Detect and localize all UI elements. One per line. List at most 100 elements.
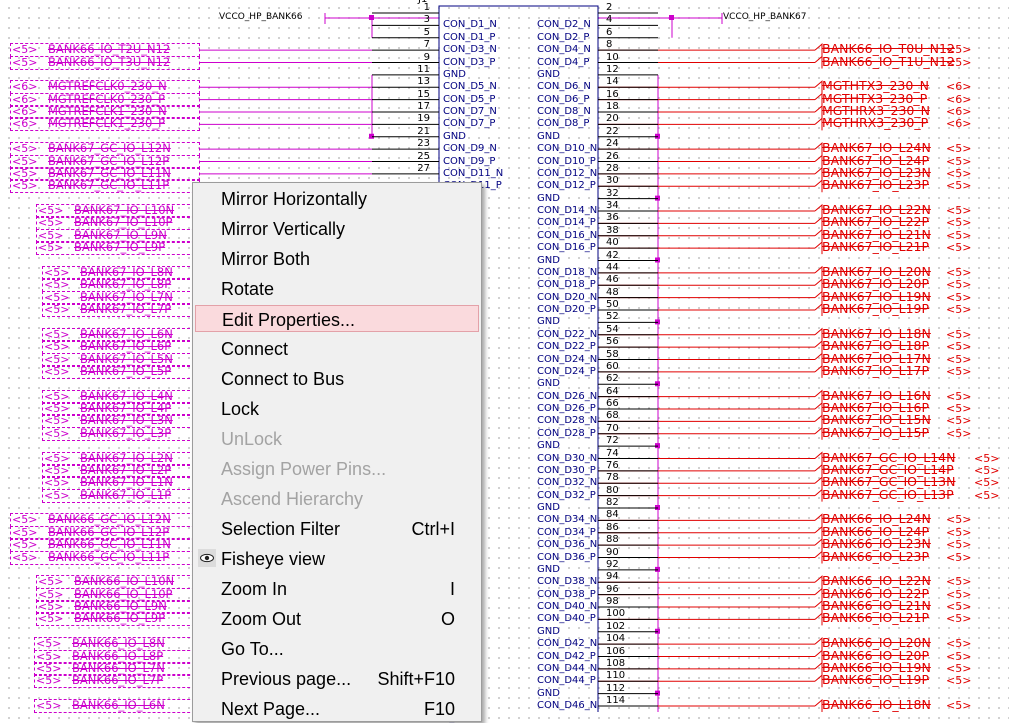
pin-name: GND (537, 68, 560, 80)
context-menu[interactable]: Mirror Horizontally Mirror Vertically Mirr… (192, 182, 482, 722)
menu-item-label: Connect (221, 339, 289, 359)
menu-item-selection-filter[interactable]: Selection Filter Ctrl+I (195, 515, 479, 542)
offpage-arrow-right (814, 228, 823, 242)
pin-name: GND (537, 378, 560, 390)
offpage-arrow-right (814, 674, 823, 688)
pin-number: 104 (606, 633, 626, 645)
pin-number: 82 (606, 497, 619, 508)
menu-item-connect[interactable]: Connect (195, 335, 479, 362)
menu-item-zoom-in[interactable]: Zoom In I (195, 575, 479, 602)
offpage-ref-left: <6> (12, 117, 38, 131)
pin-name: CON_D18_N (537, 266, 598, 278)
pin-number: 13 (417, 76, 430, 88)
offpage-ref-left: <5> (38, 575, 64, 589)
offpage-ref-right: <5> (946, 290, 972, 304)
menu-item-mirror-both[interactable]: Mirror Both (195, 245, 479, 272)
pin-number: 42 (606, 249, 619, 261)
menu-item-unlock[interactable]: UnLock (195, 425, 479, 452)
pin-number: 18 (606, 101, 619, 112)
pin-number: 28 (606, 162, 619, 174)
pin-number: 92 (606, 558, 619, 570)
offpage-arrow-right (814, 265, 823, 279)
menu-item-shortcut: O (440, 609, 455, 629)
offpage-ref-left: <5> (38, 587, 64, 601)
pin-name: CON_D40_P (537, 613, 596, 625)
pin-name: CON_D7_P (443, 118, 496, 130)
menu-item-fisheye-view[interactable]: Fisheye view (195, 545, 479, 572)
pin-name: CON_D40_N (537, 601, 598, 612)
offpage-ref-left: <5> (38, 241, 64, 255)
offpage-ref-right: <6> (946, 117, 972, 131)
pin-number: 25 (417, 150, 430, 162)
offpage-ref-right: <5> (946, 389, 972, 403)
pin-name: CON_D20_N (537, 291, 598, 303)
pin-number: 90 (606, 546, 619, 558)
offpage-ref-left: <5> (44, 364, 70, 378)
pin-name: GND (537, 316, 560, 328)
pin-number: 24 (606, 138, 619, 150)
menu-item-next-page[interactable]: Next Page... F10 (195, 695, 479, 722)
menu-item-go-to[interactable]: Go To... (195, 635, 479, 662)
offpage-ref-left: <5> (44, 340, 70, 354)
pin-name: CON_D26_N (537, 390, 598, 402)
pin-name: CON_D42_P (537, 650, 596, 662)
pin-number: 12 (606, 63, 619, 75)
offpage-arrow-right (814, 476, 823, 490)
menu-item-label: Ascend Hierarchy (221, 489, 364, 509)
offpage-ref-right: <5> (946, 587, 972, 601)
pin-name: CON_D5_N (443, 81, 497, 93)
menu-item-ascend-hierarchy[interactable]: Ascend Hierarchy (195, 485, 479, 512)
offpage-arrow-right (814, 327, 823, 341)
pin-name: CON_D6_P (537, 93, 590, 105)
pin-number: 114 (606, 695, 626, 706)
pin-name: CON_D4_P (537, 56, 590, 68)
offpage-ref-left: <5> (12, 179, 38, 193)
menu-item-label: Mirror Vertically (221, 219, 346, 239)
pin-name: CON_D30_P (537, 464, 596, 476)
pin-name: CON_D14_P (537, 217, 596, 229)
offpage-arrow-right (814, 538, 823, 552)
offpage-ref-left: <5> (12, 142, 38, 156)
offpage-ref-left: <5> (12, 154, 38, 168)
pin-number: 20 (606, 113, 619, 125)
menu-item-label: Lock (221, 399, 260, 419)
pin-number: 30 (606, 175, 619, 187)
offpage-arrow-right (814, 203, 823, 217)
pin-name: CON_D2_P (537, 31, 590, 43)
net-name-left: BANK67_IO_L6P (80, 339, 172, 354)
junction-dot (669, 15, 674, 20)
offpage-ref-left: <5> (36, 649, 62, 663)
offpage-ref-right: <5> (946, 154, 972, 168)
pin-name: GND (443, 130, 466, 142)
offpage-ref-right: <6> (946, 80, 972, 94)
menu-item-edit-properties[interactable]: Edit Properties... (195, 305, 479, 332)
pin-name: GND (537, 192, 560, 204)
pin-number: 110 (606, 670, 626, 682)
menu-item-assign-power-pins[interactable]: Assign Power Pins... (195, 455, 479, 482)
pin-number: 96 (606, 583, 619, 595)
pin-name: CON_D28_N (537, 415, 598, 427)
pin-name: GND (537, 130, 560, 142)
offpage-ref-right: <5> (946, 142, 972, 156)
net-name-left: BANK67_IO_L7P (80, 302, 172, 316)
pin-name: CON_D12_P (537, 180, 596, 192)
menu-item-zoom-out[interactable]: Zoom Out O (195, 605, 479, 632)
pin-name: CON_D34_P (537, 526, 596, 538)
pin-name: CON_D7_N (443, 106, 497, 117)
offpage-ref-left: <5> (12, 538, 38, 552)
menu-item-mirror-horizontally[interactable]: Mirror Horizontally (195, 185, 479, 212)
menu-item-previous-page[interactable]: Previous page... Shift+F10 (195, 665, 479, 692)
menu-item-mirror-vertically[interactable]: Mirror Vertically (195, 215, 479, 242)
menu-item-rotate[interactable]: Rotate (195, 275, 479, 302)
pin-name: GND (537, 687, 560, 699)
menu-item-label: Previous page... (221, 669, 352, 689)
offpage-arrow-right (814, 587, 823, 601)
menu-item-label: Rotate (221, 279, 275, 299)
menu-item-connect-to-bus[interactable]: Connect to Bus (195, 365, 479, 392)
pin-name: CON_D38_N (537, 576, 598, 588)
offpage-arrow-right (814, 290, 823, 304)
menu-item-lock[interactable]: Lock (195, 395, 479, 422)
offpage-arrow-right (814, 575, 823, 589)
pin-number: 5 (423, 26, 430, 38)
offpage-ref-right: <6> (946, 92, 972, 106)
